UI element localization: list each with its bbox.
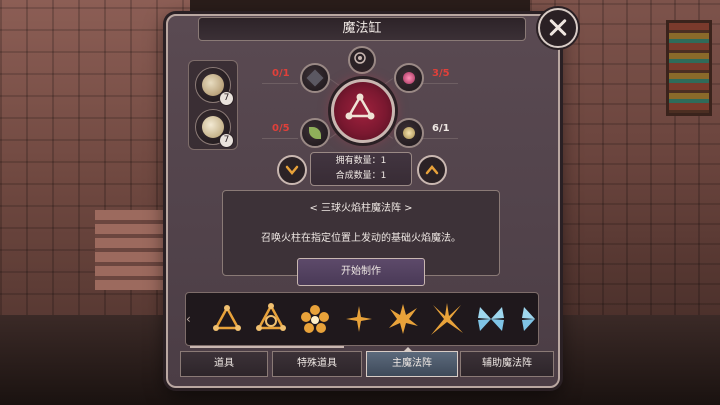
triangle-rune-icon xyxy=(345,93,375,120)
count-underline xyxy=(422,138,458,139)
recipe-scroll-indicator xyxy=(190,346,344,348)
recipe-name: < 三球火焰柱魔法阵 > xyxy=(309,203,413,214)
triangle-rune-icon xyxy=(213,305,241,331)
tab-support-magic-circle[interactable]: 辅助魔法阵 xyxy=(460,351,554,377)
crafting-core xyxy=(331,79,395,143)
material-count: 0/5 xyxy=(272,123,290,134)
inventory-slot-book[interactable]: 7 xyxy=(195,67,234,106)
panel-title: 魔法缸 xyxy=(198,17,526,41)
material-count: 6/1 xyxy=(432,123,450,134)
bookshelf xyxy=(666,20,712,116)
tab-main-magic-circle[interactable]: 主魔法阵 xyxy=(366,351,458,377)
tab-items[interactable]: 道具 xyxy=(180,351,268,377)
golden-orb-icon xyxy=(403,127,415,139)
inventory-slots: 7 7 xyxy=(188,60,238,150)
inventory-count: 7 xyxy=(219,91,234,106)
recipe-item-2[interactable] xyxy=(252,300,290,338)
material-slot-2[interactable] xyxy=(394,63,424,93)
material-slot-3[interactable] xyxy=(300,118,330,148)
swirl-icon xyxy=(354,52,366,64)
decrease-quantity-button[interactable] xyxy=(277,155,307,185)
dark-shard-icon xyxy=(306,69,324,87)
recipe-item-1[interactable] xyxy=(208,300,246,338)
tab-special-items[interactable]: 特殊道具 xyxy=(272,351,362,377)
material-count: 3/5 xyxy=(432,68,450,79)
chevron-down-icon xyxy=(285,165,299,175)
recipe-list: ‹ xyxy=(185,292,539,346)
material-count: 0/1 xyxy=(272,68,290,79)
owned-quantity: 拥有数量：1 xyxy=(335,156,387,166)
material-slot-1[interactable] xyxy=(300,63,330,93)
recipe-item-6[interactable] xyxy=(428,300,466,338)
inventory-slot-pouch[interactable]: 7 xyxy=(195,109,234,148)
craft-quantity: 合成数量：1 xyxy=(335,171,387,181)
recipe-effect-text: 召唤火柱在指定位置上发动的基础火焰魔法。 xyxy=(261,233,461,244)
chevron-up-icon xyxy=(425,165,439,175)
spike-star-rune-icon xyxy=(431,303,463,335)
recipe-item-5[interactable] xyxy=(384,300,422,338)
count-underline xyxy=(422,83,458,84)
close-button[interactable] xyxy=(538,8,578,48)
recipe-item-4[interactable] xyxy=(340,300,378,338)
catalyst-slot[interactable] xyxy=(348,46,376,74)
recipe-item-3[interactable] xyxy=(296,300,334,338)
pink-crystal-icon xyxy=(403,72,415,84)
triangle-ring-rune-icon xyxy=(256,303,286,331)
flower-rune-icon xyxy=(301,305,329,333)
scroll-left-icon[interactable]: ‹ xyxy=(186,309,194,329)
recipe-item-8[interactable] xyxy=(516,300,538,338)
burst-star-rune-icon xyxy=(389,304,418,334)
inventory-count: 7 xyxy=(219,133,234,148)
increase-quantity-button[interactable] xyxy=(417,155,447,185)
green-leaf-icon xyxy=(309,127,321,139)
recipe-item-7[interactable] xyxy=(472,300,510,338)
ice-crystal-rune-icon xyxy=(478,307,504,331)
four-point-star-rune-icon xyxy=(346,306,372,332)
count-underline xyxy=(262,83,298,84)
start-crafting-button[interactable]: 开始制作 xyxy=(297,258,425,286)
partial-ice-rune-icon xyxy=(522,307,535,331)
material-slot-4[interactable] xyxy=(394,118,424,148)
count-underline xyxy=(262,138,298,139)
quantity-display: 拥有数量：1 合成数量：1 xyxy=(310,152,412,186)
